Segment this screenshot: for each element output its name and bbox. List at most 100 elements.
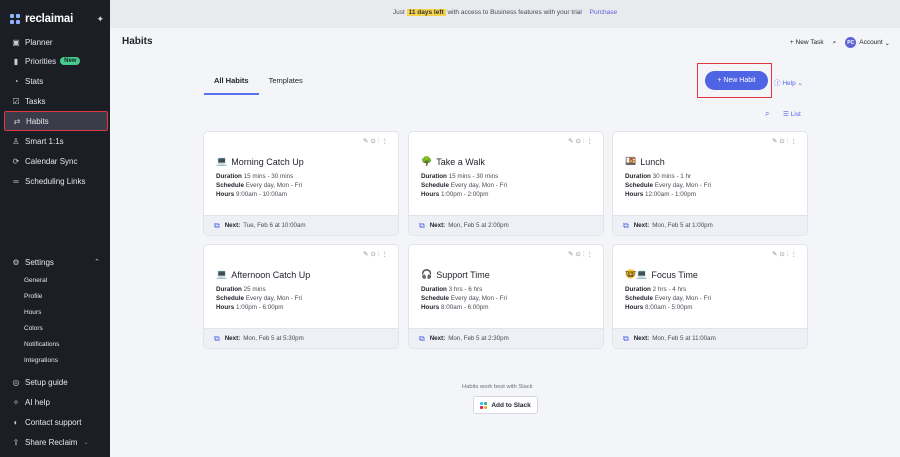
hours-label: Hours — [216, 191, 235, 198]
sidebar-item-stats[interactable]: ◔ Stats — [4, 72, 108, 90]
support-icon: ◐ — [13, 417, 19, 427]
habit-duration: Duration 2 hrs - 4 hrs — [625, 286, 686, 293]
hours-label: Hours — [421, 191, 440, 198]
sidebar-item-planner[interactable]: ▣ Planner — [4, 33, 108, 51]
sidebar-item-label: Priorities — [25, 56, 57, 66]
play-icon[interactable]: ⊙ — [575, 251, 582, 258]
schedule-label: Schedule — [421, 182, 449, 189]
sidebar-item-label: Habits — [26, 116, 49, 126]
more-icon[interactable]: ⋮ — [791, 251, 800, 258]
settings-item-hours[interactable]: Hours — [24, 309, 41, 316]
sidebar-item-habits[interactable]: ⇄ Habits — [4, 111, 108, 131]
sidebar-item-label: Stats — [25, 76, 44, 86]
sidebar-item-priorities[interactable]: ▮ Priorities New — [4, 52, 108, 70]
add-to-slack-button[interactable]: Add to Slack — [473, 396, 538, 414]
bento-icon: 🍱 — [625, 156, 637, 166]
search-icon[interactable]: ⌕ — [833, 39, 837, 47]
sidebar-item-calendar-sync[interactable]: ⟳ Calendar Sync — [4, 152, 108, 170]
top-actions: + New Task ⌕ PC Account ⌄ — [781, 37, 890, 48]
duration-value: 2 hrs - 4 hrs — [652, 286, 687, 293]
next-label: Next: — [429, 335, 446, 342]
habit-duration: Duration 25 mins — [216, 286, 266, 293]
habit-title: 🤓💻 Focus Time — [625, 269, 698, 280]
habit-card[interactable]: ✎⊙⫶⋮ 💻 Afternoon Catch Up Duration 25 mi… — [203, 244, 399, 349]
slack-icon — [480, 401, 488, 409]
new-habit-button[interactable]: + New Habit — [705, 71, 768, 90]
habit-next: ⧉ Next: Mon, Feb 5 at 11:00am — [613, 328, 807, 348]
main-content: Habits + New Task ⌕ PC Account ⌄ All Hab… — [110, 28, 900, 457]
habit-title-text: Morning Catch Up — [231, 156, 304, 167]
schedule-value: Every day, Mon - Fri — [654, 182, 711, 189]
schedule-label: Schedule — [625, 182, 653, 189]
more-icon[interactable]: ⋮ — [791, 138, 800, 145]
more-icon[interactable]: ⋮ — [382, 251, 391, 258]
tab-templates[interactable]: Templates — [259, 76, 313, 95]
duration-value: 3 hrs - 6 hrs — [448, 286, 483, 293]
habit-title: 💻 Morning Catch Up — [216, 156, 304, 167]
hours-value: 8:00am - 6:00pm — [440, 304, 489, 311]
card-tools: ✎⊙⫶⋮ — [568, 250, 595, 259]
play-icon[interactable]: ⊙ — [370, 251, 377, 258]
schedule-value: Every day, Mon - Fri — [450, 182, 507, 189]
more-icon[interactable]: ⋮ — [587, 251, 596, 258]
sidebar-item-label: Calendar Sync — [25, 156, 78, 166]
habit-schedule: Schedule Every day, Mon - Fri — [421, 295, 507, 302]
chevron-down-icon: ⌄ — [83, 439, 89, 446]
habit-card[interactable]: ✎⊙⫶⋮ 🎧 Support Time Duration 3 hrs - 6 h… — [408, 244, 604, 349]
sidebar-item-share-reclaim[interactable]: ⇪ Share Reclaim ⌄ — [4, 433, 108, 451]
habit-schedule: Schedule Every day, Mon - Fri — [216, 182, 302, 189]
reclaim-logo-icon — [10, 14, 20, 24]
chevron-up-icon[interactable]: ⌃ — [94, 258, 100, 266]
duration-label: Duration — [625, 286, 651, 293]
calendar-link-icon: ⧉ — [214, 220, 220, 230]
habit-hours: Hours 12:00am - 1:00pm — [625, 191, 696, 198]
habit-duration: Duration 15 mins - 30 mins — [421, 173, 498, 180]
tree-icon: 🌳 — [421, 156, 433, 166]
sidebar-item-smart-1-1s[interactable]: ♙ Smart 1:1s — [4, 132, 108, 150]
settings-item-profile[interactable]: Profile — [24, 293, 42, 300]
sidebar-item-setup-guide[interactable]: ◎ Setup guide — [4, 373, 108, 391]
pin-icon[interactable]: ✦ — [96, 14, 104, 25]
habit-title-text: Support Time — [436, 269, 490, 280]
new-task-button[interactable]: + New Task — [790, 39, 824, 46]
schedule-label: Schedule — [216, 295, 244, 302]
settings-item-colors[interactable]: Colors — [24, 325, 43, 332]
sidebar-item-scheduling-links[interactable]: ∞ Scheduling Links — [4, 172, 108, 190]
habit-card[interactable]: ✎⊙⫶⋮ 🤓💻 Focus Time Duration 2 hrs - 4 hr… — [612, 244, 808, 349]
sidebar-item-tasks[interactable]: ☑ Tasks — [4, 92, 108, 110]
account-menu[interactable]: PC Account ⌄ — [845, 37, 890, 48]
search-icon[interactable]: ⌕ — [765, 109, 769, 119]
sidebar-item-settings[interactable]: ⚙ Settings ⌃ — [4, 253, 108, 271]
play-icon[interactable]: ⊙ — [779, 138, 786, 145]
sidebar-item-ai-help[interactable]: ✧ AI help — [4, 393, 108, 411]
sidebar-item-contact-support[interactable]: ◐ Contact support — [4, 413, 108, 431]
guide-icon: ◎ — [12, 377, 20, 387]
page-title: Habits — [122, 36, 153, 47]
list-view-button[interactable]: ☰ List — [783, 110, 801, 118]
play-icon[interactable]: ⊙ — [370, 138, 377, 145]
laptop-icon: 💻 — [216, 156, 228, 166]
settings-item-general[interactable]: General — [24, 277, 47, 284]
habit-next: ⧉ Next: Tue, Feb 6 at 10:00am — [204, 215, 398, 235]
habit-card[interactable]: ✎⊙⫶⋮ 💻 Morning Catch Up Duration 15 mins… — [203, 131, 399, 236]
sidebar-item-label: Smart 1:1s — [25, 136, 64, 146]
logo[interactable]: reclaimai ✦ — [10, 11, 104, 27]
help-button[interactable]: ⓘ Help ⌄ — [774, 77, 803, 87]
play-icon[interactable]: ⊙ — [779, 251, 786, 258]
sparkle-icon: ✧ — [12, 397, 20, 407]
purchase-link[interactable]: Purchase — [590, 9, 617, 16]
habit-card[interactable]: ✎⊙⫶⋮ 🌳 Take a Walk Duration 15 mins - 30… — [408, 131, 604, 236]
duration-value: 15 mins - 30 mins — [243, 173, 294, 180]
more-icon[interactable]: ⋮ — [382, 138, 391, 145]
avatar: PC — [845, 37, 857, 48]
new-badge: New — [60, 57, 81, 65]
play-icon[interactable]: ⊙ — [575, 138, 582, 145]
tab-all-habits[interactable]: All Habits — [204, 76, 259, 95]
settings-item-integrations[interactable]: Integrations — [24, 357, 58, 364]
hours-value: 9:00am - 10:00am — [235, 191, 288, 198]
habit-card[interactable]: ✎⊙⫶⋮ 🍱 Lunch Duration 30 mins - 1 hr Sch… — [612, 131, 808, 236]
hours-value: 8:00am - 5:00pm — [644, 304, 693, 311]
settings-item-notifications[interactable]: Notifications — [24, 341, 59, 348]
more-icon[interactable]: ⋮ — [587, 138, 596, 145]
duration-value: 30 mins - 1 hr — [652, 173, 692, 180]
